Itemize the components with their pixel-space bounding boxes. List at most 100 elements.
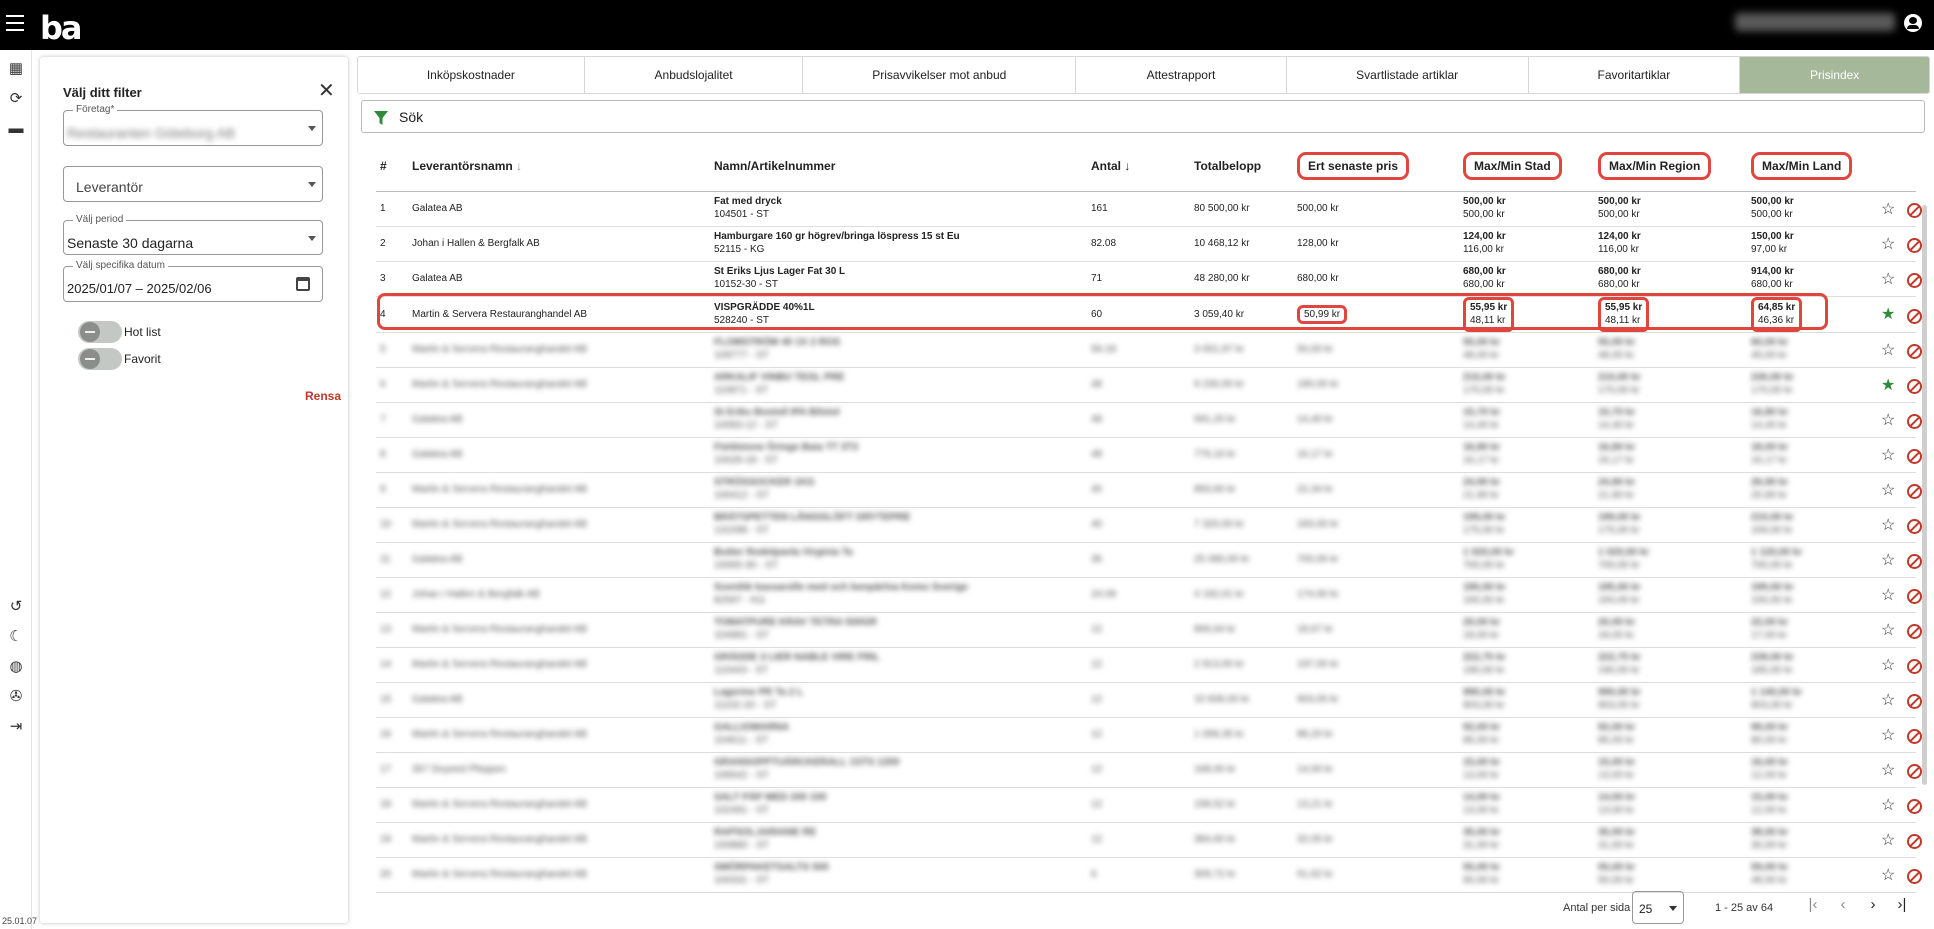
table-row[interactable]: 3 Galatea AB St Eriks Ljus Lager Fat 30 L 1… (376, 261, 1923, 297)
blacklist-icon[interactable] (1907, 414, 1923, 430)
table-row[interactable]: 5 Martin & Servera Restauranghandel AB FLO… (376, 332, 1923, 368)
tab-prisavvikelser[interactable]: Prisavvikelser mot anbud (803, 57, 1077, 93)
favorite-star-icon[interactable]: ★ (1881, 377, 1895, 394)
blacklist-icon[interactable] (1907, 554, 1923, 570)
col-city[interactable]: Max/Min Stad (1459, 141, 1594, 192)
logout-icon[interactable]: ⇥ (6, 716, 26, 736)
table-row[interactable]: 13 Martin & Servera Restauranghandel AB TO… (376, 612, 1923, 648)
store-icon[interactable]: ▬ (6, 118, 26, 138)
col-region[interactable]: Max/Min Region (1594, 141, 1747, 192)
table-row[interactable]: 2 Johan i Hallen & Bergfalk AB Hamburgare … (376, 226, 1923, 262)
favorite-star-icon[interactable]: ☆ (1881, 271, 1895, 288)
table-row[interactable]: 18 Martin & Servera Restauranghandel AB SA… (376, 787, 1923, 823)
hotlist-toggle[interactable] (78, 321, 122, 343)
supplier-select[interactable]: Leverantör (63, 166, 323, 202)
tab-attestrapport[interactable]: Attestrapport (1076, 57, 1287, 93)
favorite-star-icon[interactable]: ☆ (1881, 657, 1895, 674)
favorite-star-icon[interactable]: ☆ (1881, 236, 1895, 253)
tab-favoritartiklar[interactable]: Favoritartiklar (1528, 57, 1741, 93)
tab-anbudslojalitet[interactable]: Anbudslojalitet (584, 57, 804, 93)
period-select[interactable]: Välj period Senaste 30 dagarna (63, 214, 323, 255)
blacklist-icon[interactable] (1907, 449, 1923, 465)
col-article[interactable]: Namn/Artikelnummer (710, 141, 1087, 192)
favorite-star-icon[interactable]: ☆ (1881, 867, 1895, 884)
table-row[interactable]: 7 Galatea AB St Eriks Bostoll IPA Bilstol 1… (376, 402, 1923, 438)
col-country[interactable]: Max/Min Land (1747, 141, 1877, 192)
favorite-star-icon[interactable]: ☆ (1881, 447, 1895, 464)
favorite-star-icon[interactable]: ☆ (1881, 552, 1895, 569)
blacklist-icon[interactable] (1907, 799, 1923, 815)
table-row[interactable]: 14 Martin & Servera Restauranghandel AB GR… (376, 647, 1923, 683)
blacklist-icon[interactable] (1907, 238, 1923, 254)
table-row[interactable]: 4 Martin & Servera Restauranghandel AB VIS… (376, 296, 1923, 333)
favorite-star-icon[interactable]: ☆ (1881, 201, 1895, 218)
blacklist-icon[interactable] (1907, 589, 1923, 605)
favorite-star-icon[interactable]: ☆ (1881, 342, 1895, 359)
calendar-icon[interactable] (296, 277, 310, 291)
close-icon[interactable]: ✕ (318, 81, 335, 101)
tab-inkopskostnader[interactable]: Inköpskostnader (358, 57, 585, 93)
history-icon[interactable]: ↺ (6, 596, 26, 616)
per-page-select[interactable]: 25 (1632, 891, 1684, 924)
col-quantity[interactable]: Antal ↓ (1087, 141, 1190, 192)
favorite-toggle[interactable] (78, 348, 122, 370)
blacklist-icon[interactable] (1907, 519, 1923, 535)
blacklist-icon[interactable] (1907, 764, 1923, 780)
blacklist-icon[interactable] (1907, 344, 1923, 360)
blacklist-icon[interactable] (1907, 694, 1923, 710)
blacklist-icon[interactable] (1907, 273, 1923, 289)
dark-mode-icon[interactable]: ☾ (6, 626, 26, 646)
blacklist-icon[interactable] (1907, 659, 1923, 675)
next-page-icon[interactable]: › (1864, 896, 1882, 913)
table-row[interactable]: 9 Martin & Servera Restauranghandel AB STR… (376, 472, 1923, 508)
col-total[interactable]: Totalbelopp (1190, 141, 1293, 192)
table-row[interactable]: 19 Martin & Servera Restauranghandel AB RA… (376, 822, 1923, 858)
tab-svartlistade[interactable]: Svartlistade artiklar (1286, 57, 1529, 93)
last-page-icon[interactable]: ›| (1893, 896, 1911, 913)
blacklist-icon[interactable] (1907, 729, 1923, 745)
col-supplier[interactable]: Leverantörsnamn ↓ (408, 141, 710, 192)
table-row[interactable]: 15 Galatea AB Lagerine PR Ta 2 L 11102-20 -… (376, 682, 1923, 718)
support-icon[interactable]: ✇ (6, 686, 26, 706)
blacklist-icon[interactable] (1907, 624, 1923, 640)
menu-icon[interactable] (6, 15, 24, 31)
table-row[interactable]: 10 Martin & Servera Restauranghandel AB BR… (376, 507, 1923, 543)
favorite-star-icon[interactable]: ☆ (1881, 727, 1895, 744)
blacklist-icon[interactable] (1907, 834, 1923, 850)
table-row[interactable]: 12 Johan i Hallen & Bergfalk AB Svenlök ka… (376, 577, 1923, 613)
favorite-star-icon[interactable]: ☆ (1881, 517, 1895, 534)
favorite-star-icon[interactable]: ☆ (1881, 797, 1895, 814)
table-row[interactable]: 8 Galatea AB Fieldstone Öringe Baia TT 3T3… (376, 437, 1923, 473)
scrollbar[interactable] (1922, 205, 1927, 785)
favorite-star-icon[interactable]: ☆ (1881, 622, 1895, 639)
col-last-price[interactable]: Ert senaste pris (1293, 141, 1459, 192)
tab-prisindex[interactable]: Prisindex (1740, 57, 1929, 93)
table-row[interactable]: 11 Galatea AB Butter Rodelpavla Virginia T… (376, 542, 1923, 578)
date-range-field[interactable]: Välj specifika datum 2025/01/07 – 2025/0… (63, 260, 323, 302)
favorite-star-icon[interactable]: ☆ (1881, 482, 1895, 499)
company-select[interactable]: Företag* Restauranten Göteborg AB (63, 104, 323, 146)
dashboard-icon[interactable]: ▦ (6, 58, 26, 78)
table-row[interactable]: 16 Martin & Servera Restauranghandel AB GA… (376, 717, 1923, 753)
table-row[interactable]: 6 Martin & Servera Restauranghandel AB ARK… (376, 367, 1923, 403)
app-logo[interactable]: ba (40, 9, 82, 47)
blacklist-icon[interactable] (1907, 379, 1923, 395)
favorite-star-icon[interactable]: ☆ (1881, 412, 1895, 429)
blacklist-icon[interactable] (1907, 203, 1923, 219)
table-row[interactable]: 17 357 Doyeed Pfeppen GRANSOPPTUÄRCKERALL … (376, 752, 1923, 788)
sync-icon[interactable]: ⟳ (6, 88, 26, 108)
blacklist-icon[interactable] (1907, 308, 1923, 324)
globe-icon[interactable]: ◍ (6, 656, 26, 676)
favorite-star-icon[interactable]: ★ (1881, 306, 1895, 323)
first-page-icon[interactable]: |‹ (1804, 896, 1822, 913)
prev-page-icon[interactable]: ‹ (1834, 896, 1852, 913)
clear-filter-button[interactable]: Rensa (305, 389, 341, 403)
table-row[interactable]: 1 Galatea AB Fat med dryck 104501 - ST 161 80… (376, 191, 1923, 227)
account-icon[interactable] (1904, 14, 1922, 32)
favorite-star-icon[interactable]: ☆ (1881, 587, 1895, 604)
blacklist-icon[interactable] (1907, 484, 1923, 500)
favorite-star-icon[interactable]: ☆ (1881, 762, 1895, 779)
favorite-star-icon[interactable]: ☆ (1881, 692, 1895, 709)
favorite-star-icon[interactable]: ☆ (1881, 832, 1895, 849)
search-bar[interactable]: Sök (361, 100, 1925, 133)
